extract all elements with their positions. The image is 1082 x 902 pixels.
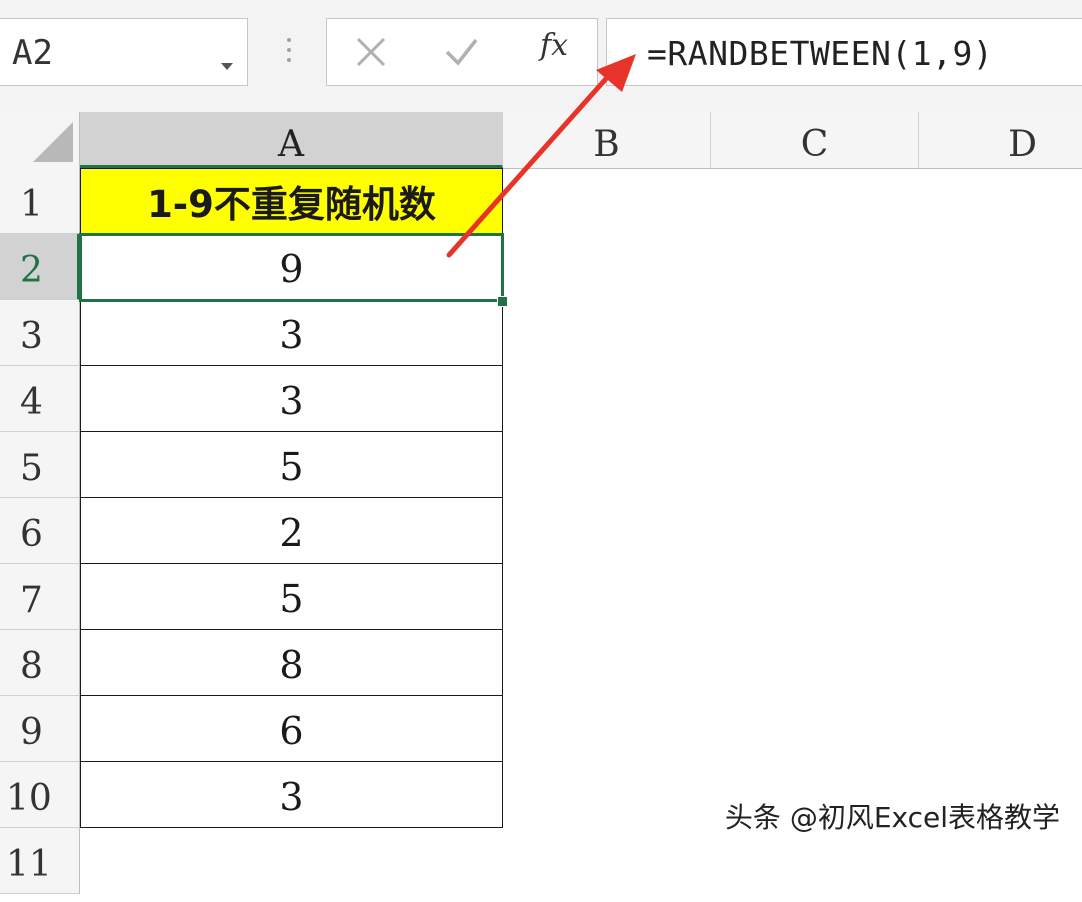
row-header-3[interactable]: 3 — [0, 300, 80, 366]
cell-a6[interactable]: 2 — [80, 498, 503, 564]
cell-a1[interactable]: 1-9不重复随机数 — [80, 168, 503, 234]
row-header-8[interactable]: 8 — [0, 630, 80, 696]
name-box-value[interactable]: A2 — [12, 33, 53, 73]
cell-a8[interactable]: 8 — [80, 630, 503, 696]
row-header-1[interactable]: 1 — [0, 168, 80, 234]
cell-a10[interactable]: 3 — [80, 762, 503, 828]
fill-handle[interactable] — [497, 296, 508, 307]
active-cell-border — [79, 233, 504, 302]
formula-bar: A2 fx =RANDBETWEEN(1,9) — [0, 0, 1082, 113]
column-header-b[interactable]: B — [503, 112, 711, 168]
cell-a7[interactable]: 5 — [80, 564, 503, 630]
row-header-6[interactable]: 6 — [0, 498, 80, 564]
row-header-4[interactable]: 4 — [0, 366, 80, 432]
column-header-c[interactable]: C — [711, 112, 919, 168]
watermark-text: 头条 @初风Excel表格教学 — [724, 801, 1060, 834]
column-header-d[interactable]: D — [919, 112, 1082, 168]
row-header-5[interactable]: 5 — [0, 432, 80, 498]
name-box[interactable]: A2 — [0, 18, 248, 86]
cell-a5[interactable]: 5 — [80, 432, 503, 498]
row-header-10[interactable]: 10 — [0, 762, 80, 828]
row-header-11[interactable]: 11 — [0, 828, 80, 894]
formula-input[interactable]: =RANDBETWEEN(1,9) — [606, 18, 1082, 86]
cell-a4[interactable]: 3 — [80, 366, 503, 432]
column-header-a[interactable]: A — [80, 112, 503, 168]
row-header-2[interactable]: 2 — [0, 234, 80, 300]
insert-function-fx-icon[interactable]: fx — [540, 28, 568, 63]
select-all-button[interactable] — [0, 112, 80, 168]
select-all-triangle-icon[interactable] — [33, 122, 73, 162]
row-header-7[interactable]: 7 — [0, 564, 80, 630]
cancel-x-icon[interactable] — [341, 27, 401, 77]
column-header-bar: A B C D — [0, 112, 1082, 169]
row-header-9[interactable]: 9 — [0, 696, 80, 762]
chevron-down-icon[interactable] — [221, 63, 233, 70]
cell-a9[interactable]: 6 — [80, 696, 503, 762]
formula-text[interactable]: =RANDBETWEEN(1,9) — [647, 34, 993, 73]
enter-check-icon[interactable] — [431, 27, 491, 77]
drag-grip-icon[interactable] — [286, 38, 292, 68]
cell-a3[interactable]: 3 — [80, 300, 503, 366]
